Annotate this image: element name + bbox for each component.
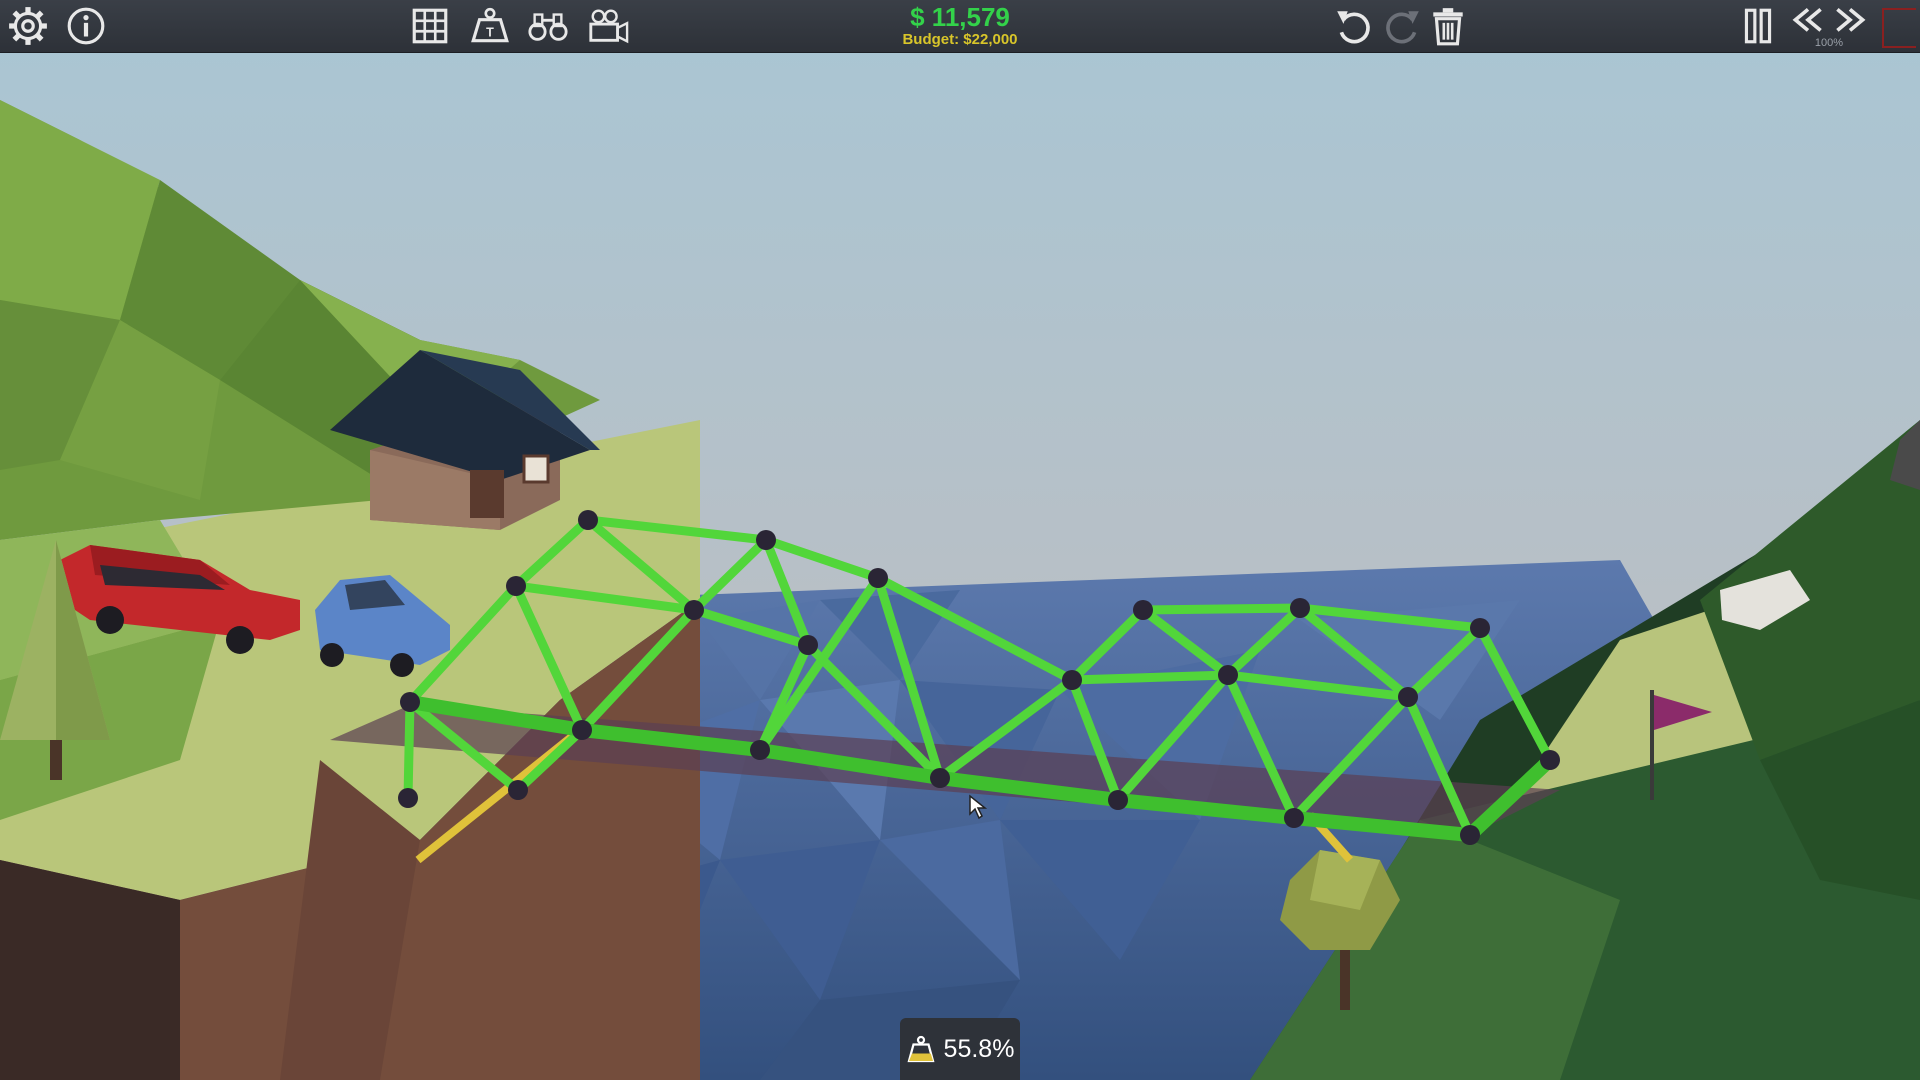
svg-text:T: T [486,26,494,40]
grid-toggle-button[interactable] [406,4,454,48]
redo-button[interactable] [1378,4,1426,48]
bridge-joint[interactable] [508,780,528,800]
bridge-joint[interactable] [1062,670,1082,690]
pause-icon [1744,8,1772,44]
camera-button[interactable] [584,4,632,48]
bridge-joint[interactable] [1398,687,1418,707]
bridge-joint[interactable] [572,720,592,740]
undo-button[interactable] [1330,4,1378,48]
stress-meter: 55.8% [900,1018,1020,1080]
view-button[interactable] [524,4,572,48]
bridge-joint[interactable] [1133,600,1153,620]
bridge-joint[interactable] [684,600,704,620]
bridge-joint[interactable] [798,635,818,655]
camera-icon [589,9,629,44]
bridge-joint[interactable] [398,788,418,808]
info-icon [67,7,105,45]
bridge-joint[interactable] [750,740,770,760]
top-toolbar: T $ 11,579 Budget: $22,000 100% [0,0,1920,53]
bridge-joint[interactable] [1290,598,1310,618]
game-scene[interactable] [0,0,1920,1080]
record-indicator [1882,8,1916,48]
budget-limit: Budget: $22,000 [902,31,1018,48]
gear-icon [9,7,47,45]
simulation-speed: 100% [1814,37,1844,49]
binoculars-icon [528,13,568,41]
trash-icon [1433,8,1463,46]
stress-view-button[interactable]: T [466,4,514,48]
settings-button[interactable] [4,4,52,48]
bridge-joint[interactable] [1108,790,1128,810]
info-button[interactable] [62,4,110,48]
delete-button[interactable] [1424,4,1472,48]
bridge-joint[interactable] [578,510,598,530]
mouse-cursor-icon [969,794,988,820]
truss-beam[interactable] [1138,603,1305,615]
budget-display: $ 11,579 Budget: $22,000 [860,2,1060,48]
stress-percentage: 55.8% [943,1034,1015,1063]
bridge-cost: $ 11,579 [910,2,1010,32]
weight-icon [907,1035,935,1063]
bridge-joint[interactable] [1218,665,1238,685]
truss-beam[interactable] [403,697,415,803]
truss-beam[interactable] [1067,670,1233,685]
bridge-joint[interactable] [1460,825,1480,845]
bridge-joint[interactable] [868,568,888,588]
bridge-joint[interactable] [506,576,526,596]
bridge-joint[interactable] [930,768,950,788]
redo-icon [1386,11,1419,44]
bridge-joint[interactable] [756,530,776,550]
weight-icon: T [471,7,509,43]
bridge-joint[interactable] [1470,618,1490,638]
pause-button[interactable] [1734,4,1782,48]
bridge-joint[interactable] [1540,750,1560,770]
bridge-joint[interactable] [1284,808,1304,828]
undo-icon [1337,11,1370,44]
grid-icon [412,8,448,44]
bridge-joint[interactable] [400,692,420,712]
